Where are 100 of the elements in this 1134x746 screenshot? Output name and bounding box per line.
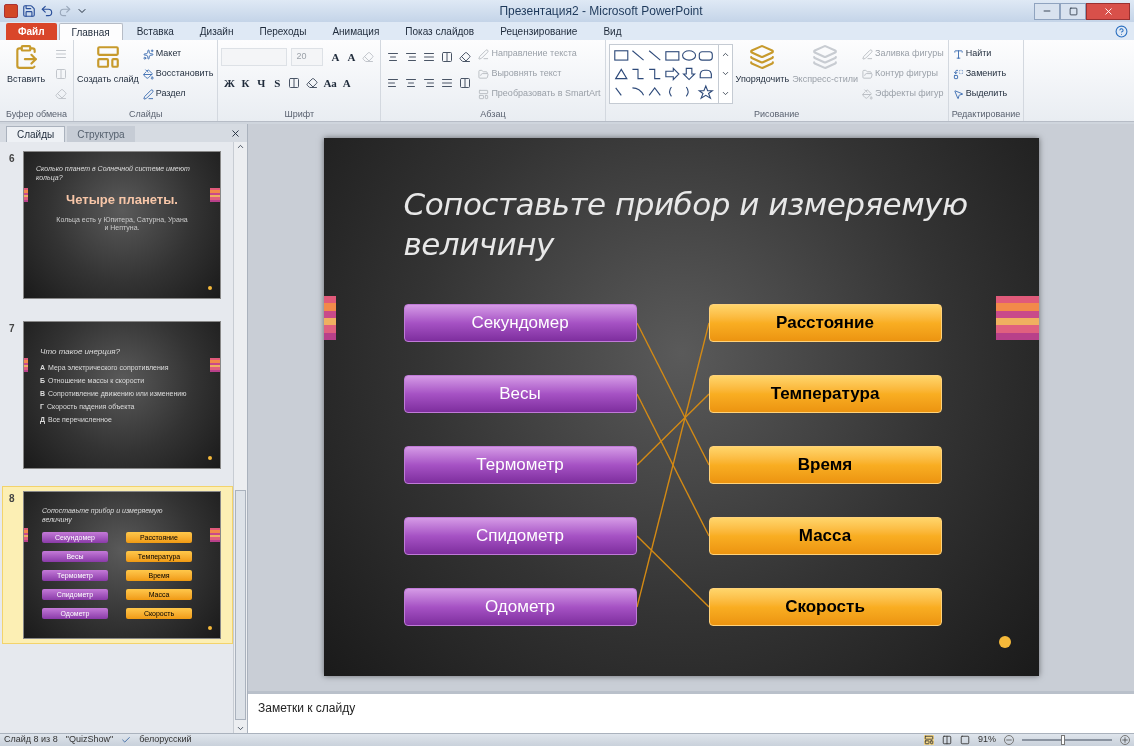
ribbon-tab[interactable]: Дизайн [187,23,246,40]
group-label: Абзац [479,108,507,121]
format-button[interactable]: S [269,73,286,93]
save-icon[interactable] [22,4,36,18]
ribbon-tab[interactable]: Показ слайдов [393,23,487,40]
quantity-label: Время [708,446,942,484]
zoom-in-icon[interactable] [1120,735,1130,745]
notes-field[interactable]: Заметки к слайду [258,699,1124,729]
command-icon [13,44,39,70]
close-icon[interactable] [230,128,241,139]
scroll-down-icon[interactable] [236,724,245,733]
spellcheck-icon[interactable] [121,735,132,745]
scrollbar[interactable] [233,142,247,733]
stripe-decoration [210,358,220,372]
group-label: Рисование [752,108,801,121]
stripe-decoration [24,188,28,202]
command-icon [952,48,964,60]
ribbon-small-button[interactable]: Выделить [951,84,1009,104]
stripe-decoration [24,358,28,372]
notes-pane[interactable]: Заметки к слайду [248,691,1134,733]
ribbon-small-button[interactable]: Заменить [951,64,1009,84]
dot-decoration [208,286,212,290]
command-icon [142,88,154,100]
group-label: Буфер обмена [4,108,69,121]
command-icon [861,88,873,100]
stripe-decoration [24,528,28,542]
quantity-label: Температура [708,375,942,413]
command-icon [952,88,964,100]
zoom-slider-thumb[interactable] [1060,735,1065,745]
command-icon [812,44,839,70]
ribbon-large-button[interactable]: Создать слайд [77,44,139,108]
ribbon-tab[interactable]: Вставка [124,23,186,40]
format-button[interactable]: A [343,47,360,67]
command-icon [952,68,964,80]
slide-number: 6 [9,152,16,166]
shapes-gallery[interactable] [608,44,733,104]
close-icon [1102,5,1114,17]
scroll-up-icon[interactable] [236,142,245,151]
group-label: Шрифт [283,108,316,121]
instrument-label: Термометр [403,446,637,484]
maximize-button[interactable] [1060,2,1086,20]
slide-number: 7 [9,322,16,336]
format-button[interactable]: A [327,47,344,67]
command-icon [861,68,873,80]
help-icon[interactable] [1115,25,1128,38]
theme-name: "QuizShow" [65,733,114,746]
command-icon [142,48,154,60]
slide-number: 8 [9,492,16,506]
quantity-label: Скорость [708,588,942,626]
close-button[interactable] [1086,2,1130,20]
command-icon [478,68,490,80]
ribbon-tab[interactable]: Главная [58,23,123,40]
format-button[interactable]: К [237,73,254,93]
ribbon-small-button[interactable]: Раздел [141,84,215,104]
slide-counter: Слайд 8 из 8 [4,733,58,746]
panel-tab[interactable]: Структура [67,126,135,142]
command-icon [142,68,154,80]
ribbon-small-button[interactable]: Восстановить [141,64,215,84]
slide-title: Что такое инерция? [40,346,122,358]
format-button[interactable]: Ж [221,73,238,93]
maximize-icon [1068,6,1078,16]
quantity-label: Расстояние [708,304,942,342]
format-button[interactable]: Aa [321,73,339,93]
stripe-decoration [995,296,1039,340]
instrument-label: Секундомер [403,304,637,342]
instrument-label: Одометр [403,588,637,626]
instrument-label: Весы [403,375,637,413]
quantity-label: Масса [708,517,942,555]
ribbon-large-button[interactable]: Вставить [3,44,49,108]
ribbon-tab[interactable]: Анимация [320,23,392,40]
answer-text: Четыре планеты. [65,191,179,209]
dot-decoration [208,626,212,630]
format-button[interactable]: Ч [253,73,270,93]
minimize-button[interactable] [1034,2,1060,20]
reading-view-icon[interactable] [960,735,970,745]
stripe-decoration [210,188,220,202]
zoom-level[interactable]: 91% [978,733,996,746]
ribbon-small-button[interactable]: Макет [141,44,215,64]
stripe-decoration [323,296,336,340]
dot-decoration [998,636,1011,648]
slide-title: Сопоставьте прибор и измеряемую величину [403,185,969,264]
command-icon [478,88,490,100]
ribbon-large-button[interactable]: Упорядочить [735,44,790,108]
ribbon-tab[interactable]: Рецензирование [488,23,590,40]
instrument-label: Спидометр [403,517,637,555]
group-label: Редактирование [951,108,1021,121]
ribbon-tab[interactable]: Переходы [247,23,319,40]
dot-decoration [208,456,212,460]
window-title: Презентация2 - Microsoft PowerPoint [498,3,704,20]
ribbon-small-button[interactable]: Найти [951,44,1009,64]
panel-tab[interactable]: Слайды [6,126,66,142]
group-label: Слайды [127,108,164,121]
ribbon-tab[interactable]: Вид [591,23,634,40]
format-button[interactable]: A [338,73,355,93]
language-status: белорусский [139,733,192,746]
normal-view-icon[interactable] [924,735,934,745]
command-icon [861,48,873,60]
undo-icon[interactable] [40,4,54,18]
sorter-view-icon[interactable] [942,735,952,745]
file-tab[interactable]: Файл [6,23,57,40]
